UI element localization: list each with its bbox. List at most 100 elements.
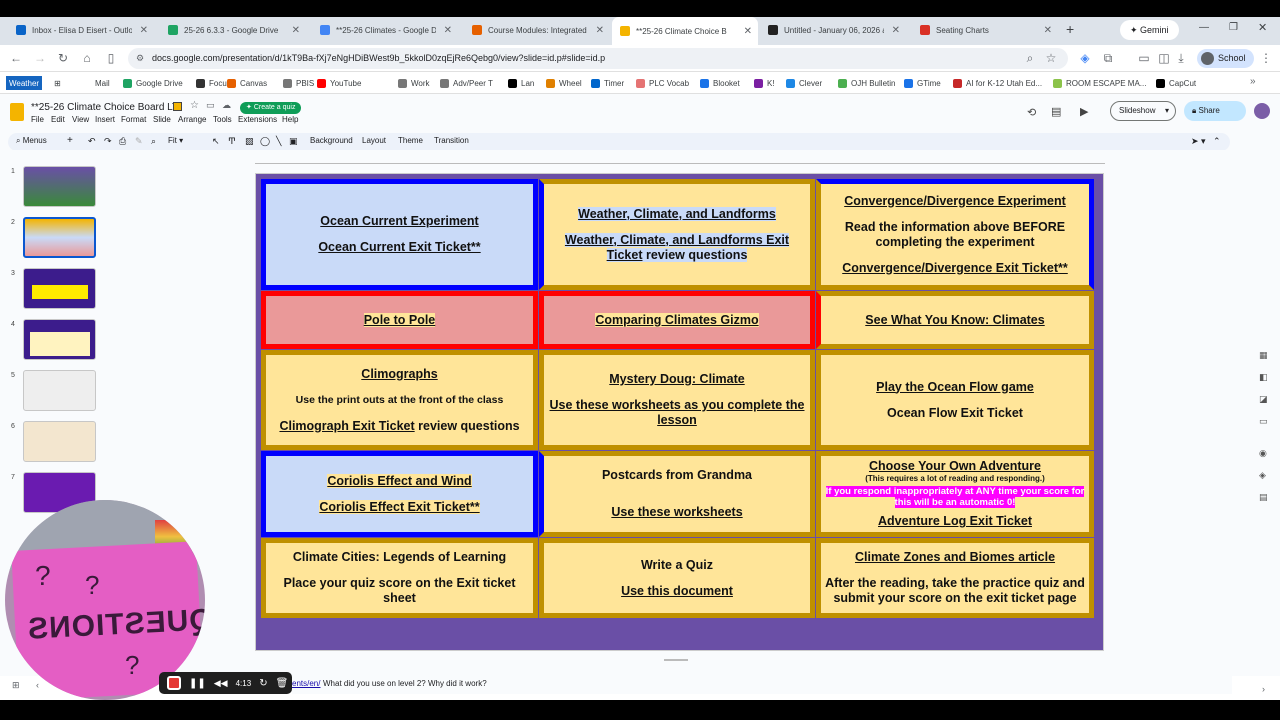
star-icon[interactable]: ☆ [190,100,199,111]
close-window-icon[interactable]: ✕ [1258,21,1267,34]
new-slide-icon[interactable]: + [67,135,73,146]
collapse-toolbar-icon[interactable]: ⌃ [1213,136,1221,147]
zoom-select[interactable]: Fit ▾ [168,136,183,145]
choice-link[interactable]: Ocean Current Experiment [320,214,479,228]
contacts-icon[interactable]: ▭ [1259,416,1268,427]
url-field[interactable]: ⚙ docs.google.com/presentation/d/1kT9Ba-f… [128,48,1068,69]
bookmark-item[interactable]: Blooket [700,76,740,90]
menu-tools[interactable]: Tools [213,115,232,124]
menu-view[interactable]: View [72,115,89,124]
slide-thumbnail[interactable] [23,268,96,309]
zoom-icon[interactable]: ⌕ [151,136,156,147]
choice-link[interactable]: Coriolis Effect Exit Ticket** [319,499,480,514]
browser-tab[interactable]: Seating Charts ✕ [912,19,1058,41]
browser-tab[interactable]: **25-26 Climate Choice B ✕ [612,17,758,45]
bookmark-item[interactable]: Adv/Peer T [440,76,493,90]
sidebar-icon[interactable]: ◫ [1156,50,1172,66]
choice-link[interactable]: Use this document [621,584,733,598]
bookmark-item[interactable]: Wheel [546,76,582,90]
user-avatar[interactable] [1254,103,1270,119]
comment-add-icon[interactable]: ▣ [289,136,298,147]
maps-icon[interactable]: ◉ [1259,448,1267,459]
extension-icon[interactable]: ◈ [1077,50,1093,66]
create-quiz-button[interactable]: ✦ Create a quiz [240,102,302,114]
choice-link[interactable]: Climographs [361,367,437,381]
reload-icon[interactable]: ↻ [55,50,71,66]
move-folder-icon[interactable]: ▭ [206,100,215,111]
choice-link[interactable]: Climograph Exit Ticket [279,419,414,433]
slide-thumbnail[interactable] [23,370,96,411]
text-box-icon[interactable]: Ͳ [228,136,236,147]
menu-help[interactable]: Help [282,115,298,124]
choice-link[interactable]: Pole to Pole [363,312,436,327]
slide-thumbnail[interactable] [23,166,96,207]
calendar-icon[interactable]: ▦ [1259,350,1268,361]
expand-panel-icon[interactable]: › [1262,684,1265,694]
bookmark-item[interactable]: PLC Vocab [636,76,689,90]
select-tool-icon[interactable]: ↖ [212,136,220,147]
delete-icon[interactable]: 🗑︎ [276,678,289,689]
restart-icon[interactable]: ↻ [259,678,267,689]
close-tab-icon[interactable]: ✕ [140,25,148,36]
choice-link[interactable]: Convergence/Divergence Exit Ticket** [842,260,1068,275]
rewind-icon[interactable]: ◀◀ [214,678,228,689]
slides-logo-icon[interactable] [10,103,24,121]
redo-icon[interactable]: ↷ [104,136,112,147]
profile-button[interactable]: School [1197,49,1254,68]
menu-insert[interactable]: Insert [95,115,115,124]
history-icon[interactable]: ⟲ [1027,106,1036,119]
bookmark-item[interactable]: Google Drive [123,76,183,90]
pause-icon[interactable]: ❚❚ [189,678,206,689]
bookmark-item[interactable]: Timer [591,76,624,90]
cast-icon[interactable]: ▭ [1136,50,1152,66]
browser-tab[interactable]: Course Modules: Integrated ✕ [464,19,610,41]
choice-link[interactable]: Use these worksheets as you complete the… [550,398,805,427]
presentation-title[interactable]: **25-26 Climate Choice Board LTI [31,102,181,113]
minimize-icon[interactable]: — [1199,22,1209,33]
zoom-search-icon[interactable]: ⌕ [1022,50,1038,66]
choice-link[interactable]: Adventure Log Exit Ticket [878,514,1032,528]
gemini-button[interactable]: ✦ Gemini [1120,20,1179,40]
bookmark-item[interactable]: Canvas [227,76,267,90]
slideshow-button[interactable]: Slideshow ▾ [1110,101,1176,121]
choice-link[interactable]: Ocean Current Exit Ticket** [318,240,481,254]
choice-link[interactable]: Weather, Climate, and Landforms [578,206,776,221]
menu-extensions[interactable]: Extensions [238,115,277,124]
menus-search[interactable]: ⌕ Menus [16,136,47,146]
close-tab-icon[interactable]: ✕ [292,25,300,36]
close-tab-icon[interactable]: ✕ [596,25,604,36]
choice-link[interactable]: Comparing Climates Gizmo [595,312,759,327]
paint-format-icon[interactable]: ✎ [135,136,143,147]
browser-menu-icon[interactable]: ⋮ [1258,50,1274,66]
bookmark-item[interactable]: OJH Bulletin [838,76,895,90]
transition-button[interactable]: Transition [434,136,469,145]
choice-link[interactable]: Choose Your Own Adventure [869,459,1041,473]
split-view-icon[interactable]: ▯ [103,50,119,66]
undo-icon[interactable]: ↶ [88,136,96,147]
comments-icon[interactable]: ▤ [1051,105,1061,118]
choice-link[interactable]: Climate Zones and Biomes article [855,550,1055,564]
theme-button[interactable]: Theme [398,136,423,145]
home-icon[interactable]: ⌂ [79,50,95,66]
back-icon[interactable]: ← [8,50,24,66]
keep-icon[interactable]: ◧ [1259,372,1268,383]
bookmark-item[interactable]: K! [754,76,775,90]
browser-tab[interactable]: Inbox - Elisa D Eisert - Outlo ✕ [8,19,154,41]
slide-thumbnail[interactable] [23,421,96,462]
line-icon[interactable]: ╲ [276,136,281,147]
browser-tab[interactable]: 25-26 6.3.3 - Google Drive ✕ [160,19,306,41]
choice-link[interactable]: Play the Ocean Flow game [876,380,1034,394]
site-info-icon[interactable]: ⚙ [136,48,144,69]
layout-button[interactable]: Layout [362,136,386,145]
new-tab-icon[interactable]: + [1066,21,1074,37]
close-tab-icon[interactable]: ✕ [892,25,900,36]
bookmark-item[interactable]: AI for K-12 Utah Ed... [953,76,1042,90]
forward-icon[interactable]: → [32,50,48,66]
close-tab-icon[interactable]: ✕ [744,26,752,37]
image-icon[interactable]: ▨ [245,136,254,147]
share-button[interactable]: 🔒︎ Share [1184,101,1246,121]
bookmark-star-icon[interactable]: ☆ [1043,50,1059,66]
bookmark-item[interactable]: CapCut [1156,76,1196,90]
resize-handle[interactable] [664,659,688,661]
choice-link[interactable]: Coriolis Effect and Wind [327,473,472,488]
